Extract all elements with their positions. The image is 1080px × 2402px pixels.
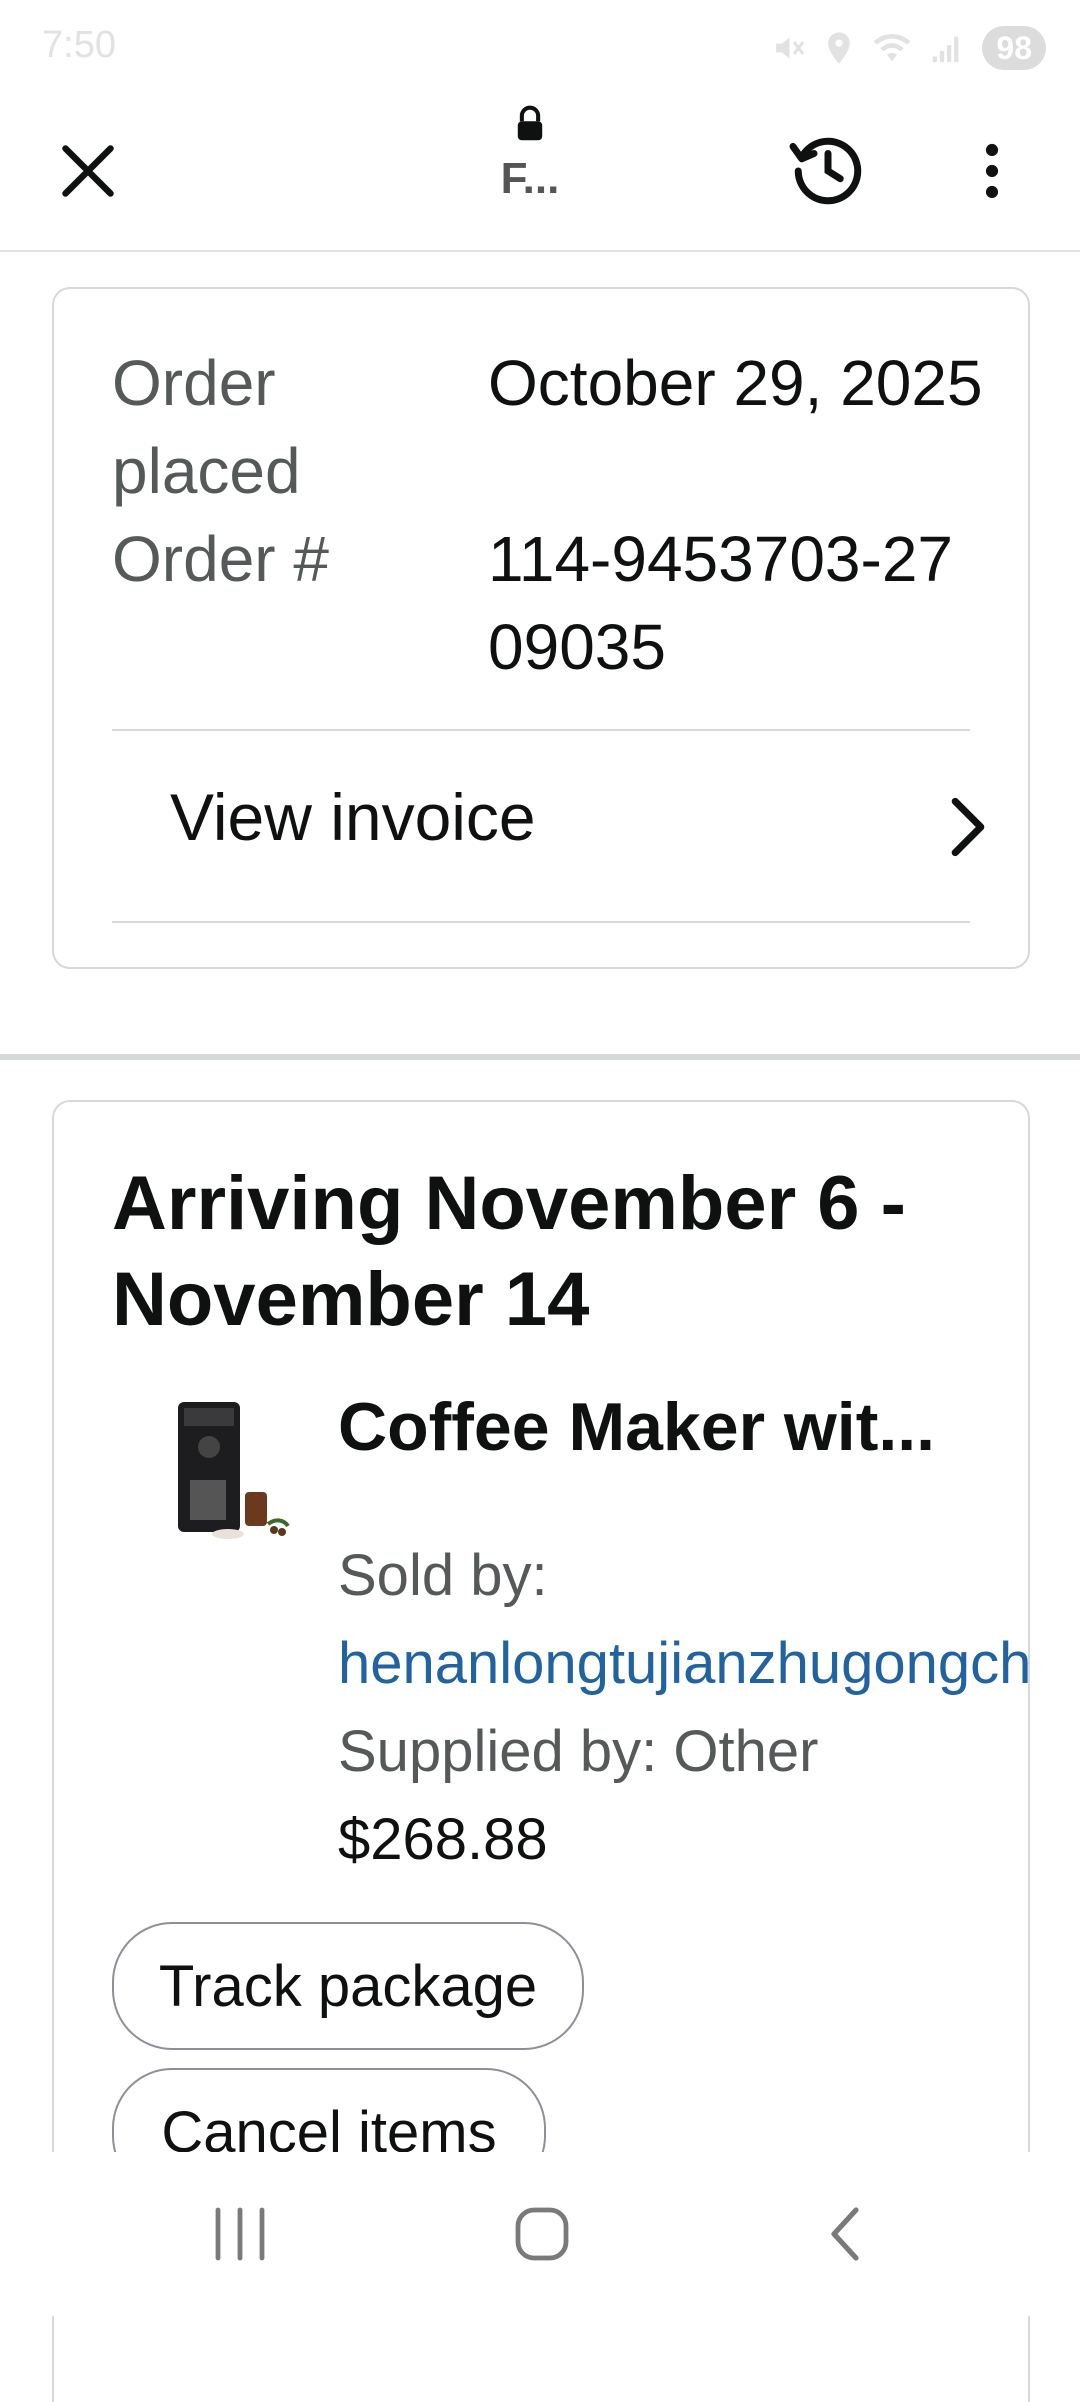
home-icon <box>515 2207 569 2261</box>
back-button[interactable] <box>786 2186 906 2282</box>
wifi-icon <box>874 34 911 62</box>
home-button[interactable] <box>482 2186 602 2282</box>
divider <box>112 921 970 923</box>
close-button[interactable] <box>40 123 136 219</box>
close-icon <box>62 145 114 197</box>
recent-apps-icon <box>215 2207 265 2261</box>
signal-icon <box>933 36 959 63</box>
browser-toolbar: F... <box>0 95 1080 252</box>
recent-apps-button[interactable] <box>180 2186 300 2282</box>
battery-icon: 98 <box>982 26 1046 70</box>
sold-by-label: Sold by: <box>338 1543 548 1608</box>
status-bar: 7:50 98 <box>0 0 1080 95</box>
seller-link[interactable]: henanlongtujianzhugongch <box>338 1620 1031 1708</box>
view-invoice-label: View invoice <box>170 780 536 854</box>
product-image[interactable] <box>150 1392 310 1552</box>
item-price: $268.88 <box>338 1807 548 1872</box>
history-icon <box>789 137 862 205</box>
section-separator <box>0 1054 1080 1060</box>
order-number-label: Order # <box>112 523 329 595</box>
more-vert-icon <box>985 143 999 199</box>
back-icon <box>831 2207 859 2261</box>
arrival-heading: Arriving November 6 - November 14 <box>112 1161 906 1342</box>
url-bar[interactable]: F... <box>470 105 590 204</box>
status-icons: 98 <box>770 26 1046 70</box>
track-package-button[interactable]: Track package <box>112 1922 584 2050</box>
chevron-right-icon <box>951 797 985 857</box>
supplied-by-text: Supplied by: Other <box>338 1719 819 1784</box>
navigation-bar <box>0 2152 1080 2316</box>
location-icon <box>828 32 851 64</box>
more-options-button[interactable] <box>954 123 1030 219</box>
order-placed-label: Order placed <box>112 347 301 507</box>
product-title-link[interactable]: Coffee Maker wit... <box>338 1388 978 1466</box>
view-invoice-row[interactable]: View invoice <box>54 731 1028 925</box>
url-text: F... <box>500 154 560 203</box>
status-time: 7:50 <box>42 24 116 66</box>
order-placed-value: October 29, 2025 <box>488 347 983 419</box>
order-summary-card: Order placed October 29, 2025 Order # 11… <box>52 287 1030 969</box>
lock-icon <box>517 105 543 141</box>
history-button[interactable] <box>776 119 880 223</box>
order-number-value: 114-9453703-2709035 <box>488 523 953 683</box>
mute-icon <box>776 37 805 59</box>
